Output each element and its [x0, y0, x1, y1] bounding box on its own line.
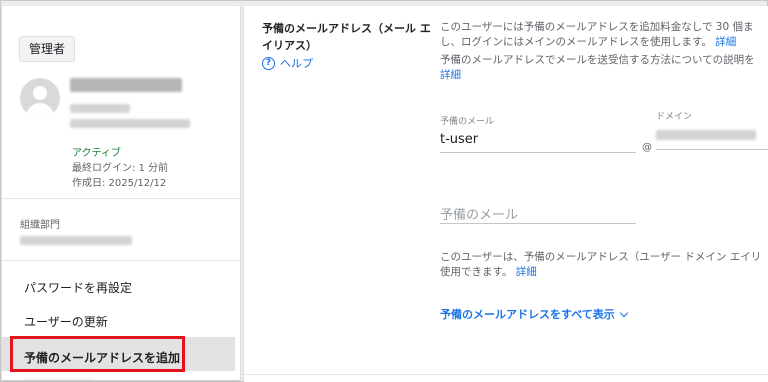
chevron-down-icon [619, 308, 629, 317]
divider [2, 198, 240, 199]
show-all-label: 予備のメールアドレスをすべて表示 [440, 308, 615, 321]
avatar [20, 78, 60, 118]
help-link[interactable]: ? ヘルプ [262, 55, 313, 71]
blurred-domain-select[interactable] [656, 130, 756, 140]
desc-text: このユーザーは、予備のメールアドレス（ユーザー ドメイン エイリ [440, 251, 762, 263]
desc-text: し、ログインにはメインのメールアドレスを使用します。 [440, 36, 712, 48]
last-login-text: 最終ログイン: 1 分前 [72, 163, 169, 174]
alias-input-empty-underline [440, 223, 636, 224]
org-unit-label: 組織部門 [20, 220, 60, 231]
blurred-org-unit [20, 236, 132, 245]
learn-more-link[interactable]: 詳細 [715, 36, 736, 48]
help-circle-icon: ? [262, 56, 275, 70]
alias-input-empty[interactable]: 予備のメール [440, 204, 518, 223]
status-text: アクティブ [72, 148, 121, 159]
update-user-link[interactable]: ユーザーの更新 [24, 313, 108, 330]
learn-more-link[interactable]: 詳細 [516, 266, 537, 278]
blurred-user-name [70, 78, 182, 92]
user-summary-card: 管理者 アクティブ 最終ログイン: 1 分前 作成日: 2025/12/12 組… [2, 6, 240, 380]
alias-description-1: このユーザーには予備のメールアドレスを追加料金なしで 30 個ま し、ログインに… [440, 20, 754, 50]
alias-input-underline [440, 152, 636, 153]
section-title: 予備のメールアドレス（メール エイリアス） [262, 22, 431, 52]
alias-field-label: 予備のメール [440, 117, 495, 127]
role-chip: 管理者 [19, 36, 76, 62]
learn-more-link[interactable]: 詳細 [440, 69, 461, 81]
blurred-email-line-2 [70, 119, 190, 128]
at-sign: @ [642, 142, 652, 153]
help-label: ヘルプ [280, 57, 313, 70]
divider [244, 374, 768, 375]
alias-input[interactable]: t-user [440, 132, 478, 147]
alias-settings-panel: 予備のメールアドレス（メール エイリアス） ? ヘルプ このユーザーには予備のメ… [244, 6, 768, 382]
desc-text: 使用できます。 [440, 266, 513, 278]
alias-description-3: このユーザーは、予備のメールアドレス（ユーザー ドメイン エイリ 使用できます。… [440, 250, 761, 280]
domain-underline [656, 149, 768, 150]
blurred-email-line-1 [70, 104, 130, 113]
reset-password-link[interactable]: パスワードを再設定 [24, 279, 132, 296]
alias-description-2: 予備のメールアドレスでメールを送受信する方法についての説明を 詳細 [440, 53, 755, 83]
desc-text: 予備のメールアドレスでメールを送受信する方法についての説明を [440, 54, 755, 66]
created-date-text: 作成日: 2025/12/12 [72, 178, 167, 189]
highlight-annotation-box [10, 336, 185, 372]
divider [2, 260, 240, 261]
desc-text: このユーザーには予備のメールアドレスを追加料金なしで 30 個ま [440, 21, 754, 33]
domain-label: ドメイン [656, 112, 693, 122]
show-all-aliases-button[interactable]: 予備のメールアドレスをすべて表示 [440, 306, 629, 322]
